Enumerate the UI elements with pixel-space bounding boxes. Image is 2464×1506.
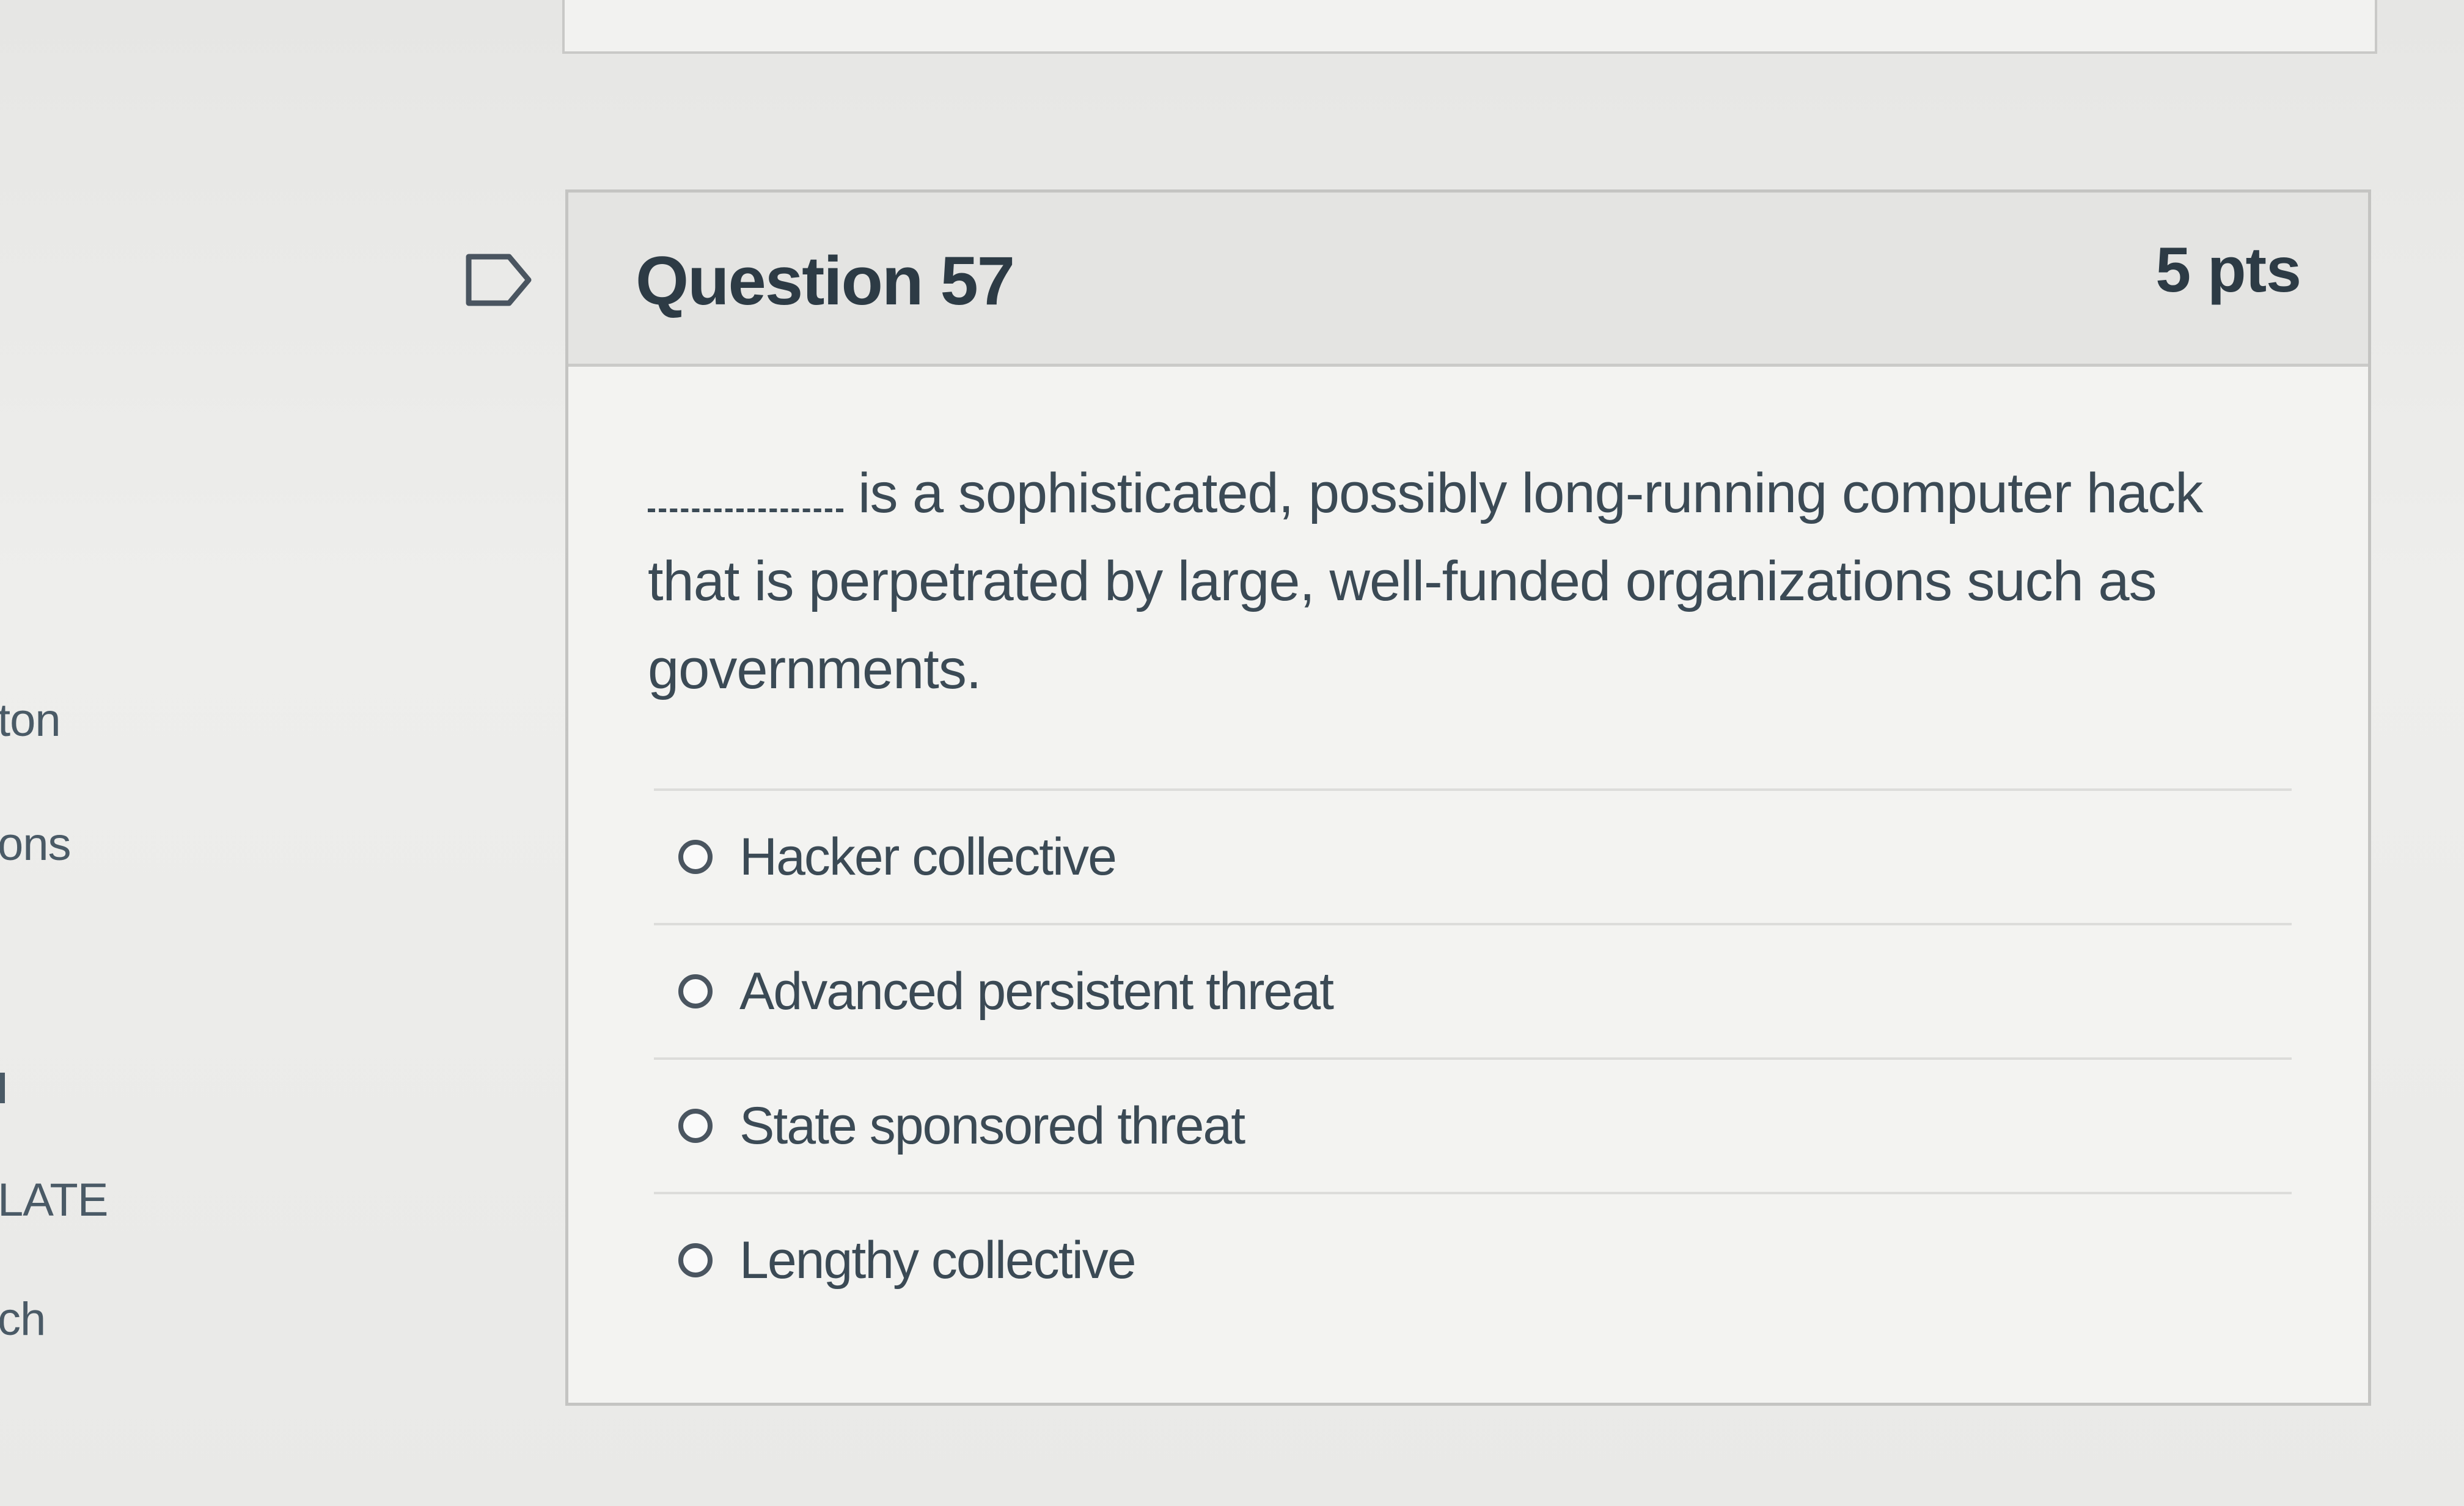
sidebar-item[interactable]: LATE — [0, 1174, 108, 1227]
question-text: is a sophisticated, possibly long-runnin… — [648, 449, 2267, 713]
question-points: 5 pts — [2155, 235, 2301, 306]
sidebar-item[interactable]: ch — [0, 1293, 46, 1346]
answer-option[interactable]: Hacker collective — [654, 791, 2292, 923]
answer-option-label[interactable]: State sponsored threat — [739, 1096, 1245, 1156]
sidebar-item[interactable]: ons — [0, 818, 72, 871]
answer-option[interactable]: State sponsored threat — [654, 1060, 2292, 1192]
radio-button[interactable] — [678, 974, 713, 1008]
question-title: Question 57 — [636, 243, 1015, 319]
answer-option[interactable]: Advanced persistent threat — [654, 925, 2292, 1057]
sidebar-item-marker — [0, 1073, 5, 1103]
previous-question-card — [562, 0, 2377, 54]
radio-button[interactable] — [678, 1243, 713, 1277]
answer-option-label[interactable]: Hacker collective — [739, 827, 1117, 887]
question-header: Question 57 5 pts — [568, 193, 2368, 367]
answer-option-label[interactable]: Lengthy collective — [739, 1230, 1137, 1291]
question-card: Question 57 5 pts is a sophisticated, po… — [565, 189, 2371, 1406]
question-prompt: is a sophisticated, possibly long-runnin… — [648, 462, 2203, 700]
answer-option[interactable]: Lengthy collective — [654, 1194, 2292, 1326]
course-sidebar: ton ons LATE ch — [0, 0, 183, 1506]
fill-in-blank — [648, 509, 843, 512]
flag-question-icon[interactable] — [461, 249, 535, 310]
radio-button[interactable] — [678, 1109, 713, 1143]
answer-option-label[interactable]: Advanced persistent threat — [739, 961, 1334, 1022]
answer-options: Hacker collective Advanced persistent th… — [654, 788, 2292, 1326]
radio-button[interactable] — [678, 840, 713, 874]
sidebar-item[interactable]: ton — [0, 694, 61, 747]
